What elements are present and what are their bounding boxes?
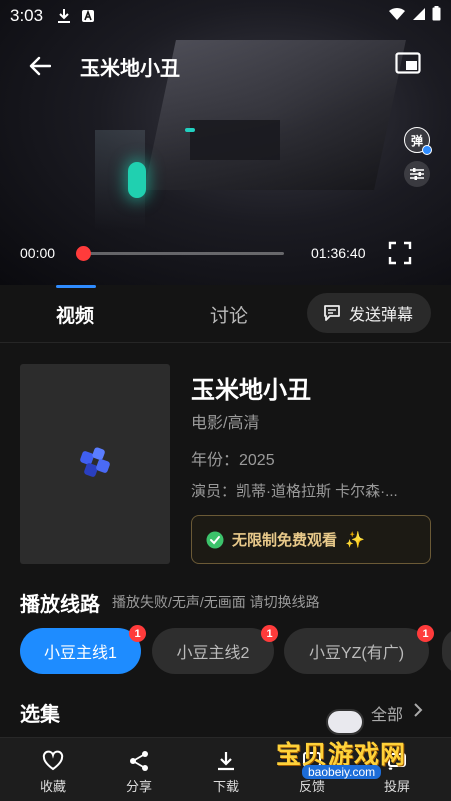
send-danmu-label: 发送弹幕 [349, 307, 414, 324]
favorite-button[interactable]: 收藏 [18, 738, 88, 801]
sliders-icon [410, 168, 424, 180]
check-circle-icon [206, 531, 224, 548]
line-option-2[interactable]: 小豆主线2 [152, 628, 274, 674]
watermark-url: baobeiy.com [302, 765, 382, 779]
movie-type: 电影/高清 [191, 415, 260, 432]
movie-cast: 演员：凯蒂·道格拉斯 卡尔森·... [191, 483, 398, 500]
line-option-label: 小豆主线2 [176, 645, 250, 662]
back-button[interactable] [22, 50, 58, 82]
send-danmu-button[interactable]: 发送弹幕 [307, 293, 431, 333]
line-badge: 1 [129, 625, 146, 642]
danmu-toggle-label: 弹 [410, 133, 423, 148]
download-label: 下载 [212, 779, 239, 794]
movie-title: 玉米地小丑 [191, 377, 311, 404]
line-option-label: 小豆主线1 [44, 645, 117, 662]
wifi-icon [388, 7, 406, 26]
status-bar: 3:03 [0, 0, 451, 32]
tab-video[interactable]: 视频 [56, 301, 94, 328]
line-badge: 1 [261, 625, 278, 642]
progress-bar[interactable] [80, 252, 284, 255]
watermark: 宝贝游戏网 baobeiy.com [276, 705, 436, 785]
line-badge: 1 [417, 625, 434, 642]
poster-image [20, 364, 170, 564]
gamepad-logo-icon [326, 709, 364, 735]
share-icon [130, 751, 148, 771]
video-title: 玉米地小丑 [80, 58, 180, 80]
signal-icon [412, 7, 426, 26]
video-frame-shape [144, 40, 406, 190]
video-frame-shadow [190, 120, 280, 160]
favorite-label: 收藏 [39, 779, 66, 794]
picture-in-picture-icon [395, 52, 421, 74]
battery-icon [432, 6, 441, 26]
download-status-icon [55, 7, 73, 25]
current-time: 00:00 [20, 245, 56, 261]
placeholder-logo-icon [80, 447, 110, 477]
video-frame-dot [185, 128, 195, 132]
lines-title: 播放线路 [20, 594, 100, 616]
danmu-on-indicator [422, 145, 432, 155]
video-frame-glow [128, 162, 146, 198]
share-label: 分享 [125, 779, 152, 794]
status-time: 3:03 [10, 6, 44, 25]
progress-thumb[interactable] [76, 246, 91, 261]
danmu-toggle-button[interactable]: 弹 [404, 127, 432, 155]
pip-button[interactable] [395, 52, 425, 78]
tab-indicator [56, 285, 96, 288]
danmu-settings-button[interactable] [404, 161, 430, 187]
video-player[interactable] [0, 0, 451, 285]
sparkle-icon: ✨ [345, 531, 365, 549]
line-option-more[interactable] [442, 628, 451, 674]
tab-discuss[interactable]: 讨论 [210, 301, 248, 328]
free-watch-text: 无限制免费观看 [232, 532, 338, 549]
a-status-icon [79, 7, 97, 25]
line-option-1[interactable]: 小豆主线1 [20, 628, 141, 674]
line-option-label: 小豆YZ(有广) [308, 645, 405, 662]
fullscreen-icon [388, 241, 412, 265]
fullscreen-button[interactable] [388, 241, 412, 265]
episodes-title: 选集 [20, 704, 60, 726]
free-watch-banner[interactable]: 无限制免费观看 ✨ [191, 515, 431, 564]
share-button[interactable]: 分享 [104, 738, 174, 801]
line-option-3[interactable]: 小豆YZ(有广) [284, 628, 429, 674]
arrow-left-icon [29, 56, 51, 76]
download-button[interactable]: 下载 [191, 738, 261, 801]
total-time: 01:36:40 [311, 245, 366, 261]
movie-year: 年份：2025 [191, 452, 275, 469]
lines-hint: 播放失败/无声/无画面 请切换线路 [112, 594, 320, 610]
heart-icon [42, 750, 64, 771]
download-icon [218, 752, 234, 771]
comment-icon [324, 305, 340, 321]
